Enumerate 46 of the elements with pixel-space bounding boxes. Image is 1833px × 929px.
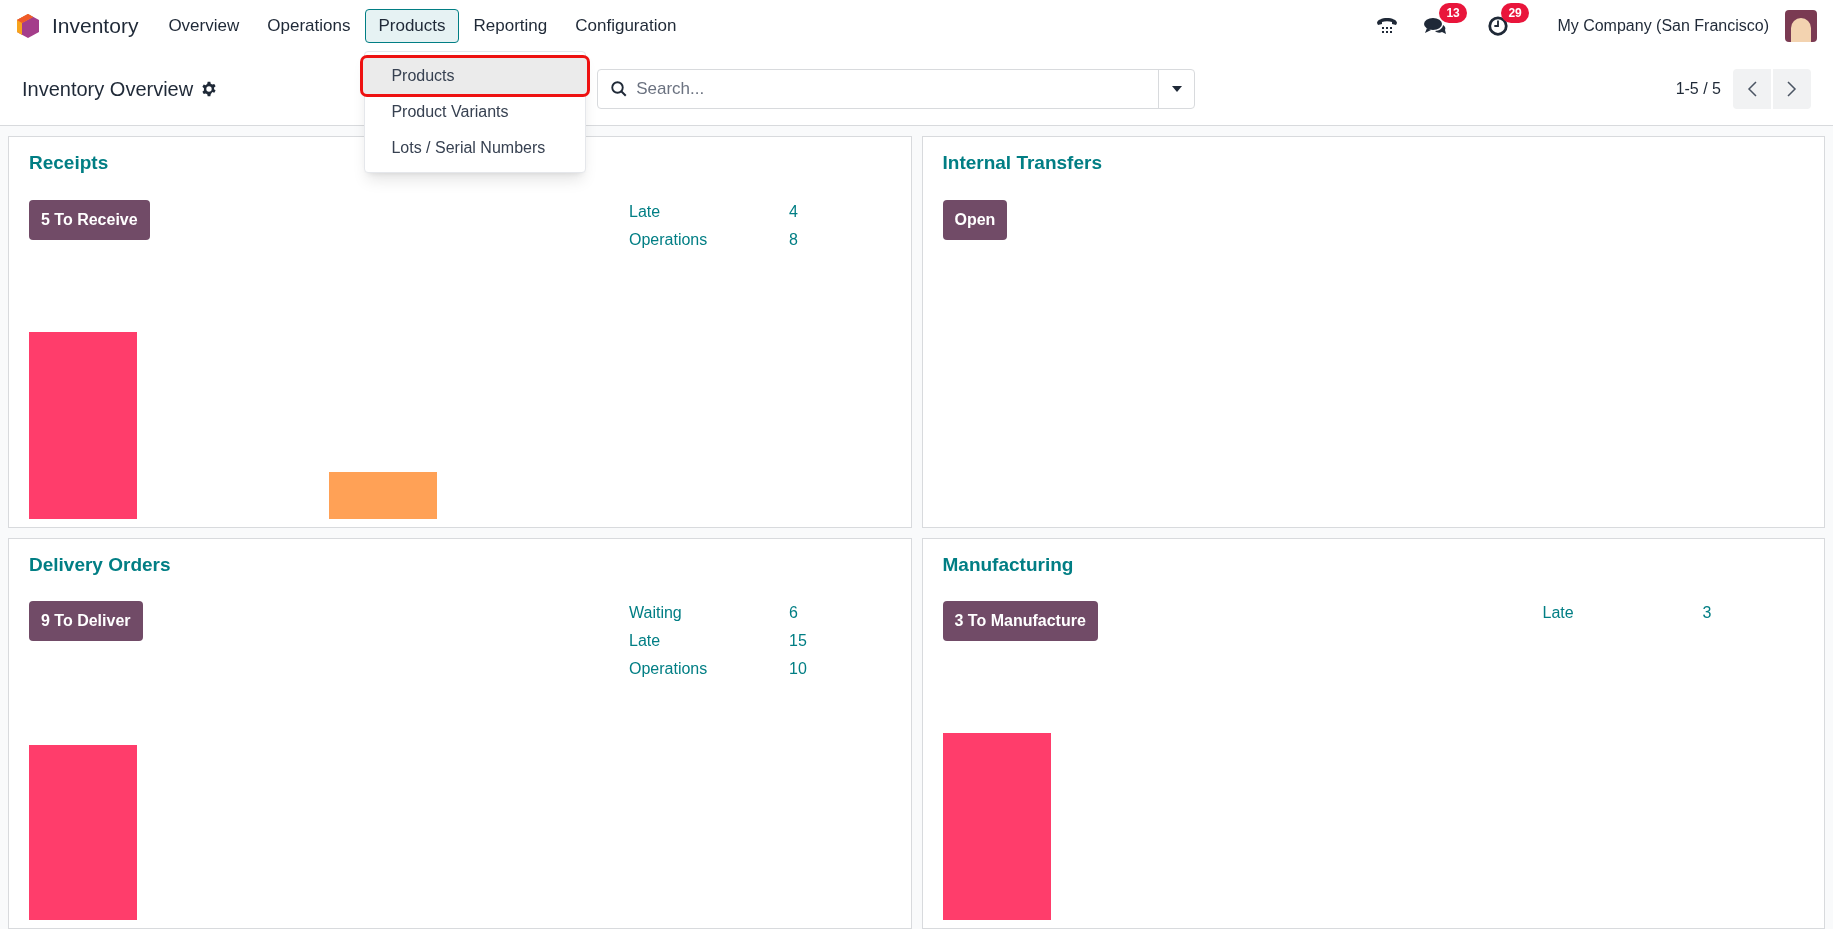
chevron-right-icon (1787, 80, 1797, 97)
menu-item[interactable]: Operations (254, 9, 364, 43)
stat-value[interactable]: 8 (789, 227, 798, 252)
stat-value[interactable]: 10 (789, 657, 807, 681)
dropdown-item[interactable]: Product Variants (365, 94, 586, 131)
stat-label[interactable]: Operations (629, 657, 789, 681)
stat-value[interactable]: 3 (1702, 601, 1712, 625)
stat-label[interactable]: Late (1542, 601, 1703, 625)
card-title[interactable]: Delivery Orders (29, 550, 891, 579)
avatar-icon[interactable] (1785, 10, 1817, 42)
dropdown-item[interactable]: Lots / Serial Numbers (365, 130, 586, 167)
search-input[interactable]: Search... (636, 75, 1159, 102)
card-action-button[interactable]: 5 To Receive (29, 199, 150, 240)
caret-icon (1171, 85, 1182, 92)
stat-value[interactable]: 4 (789, 199, 798, 224)
card-action-button[interactable]: 9 To Deliver (29, 601, 143, 641)
dropdown-item[interactable]: Products (363, 58, 588, 95)
stat-label[interactable]: Waiting (629, 601, 789, 625)
page-title: Inventory Overview (22, 76, 194, 102)
stat-value[interactable]: 15 (789, 629, 807, 653)
previous-button[interactable] (1733, 68, 1771, 109)
settings-icon[interactable] (201, 80, 218, 97)
chevron-left-icon (1747, 80, 1757, 97)
search-field[interactable]: Search... (597, 68, 1196, 109)
notification-badge: 29 (1501, 3, 1529, 23)
card-title[interactable]: Manufacturing (942, 550, 1804, 579)
card-title[interactable]: Internal Transfers (942, 149, 1804, 178)
next-button[interactable] (1773, 68, 1811, 109)
hexagon-logo-icon[interactable] (16, 13, 40, 39)
card-action-button[interactable]: Open (942, 199, 1008, 240)
menu-item[interactable]: Configuration (562, 9, 690, 43)
stat-label[interactable]: Late (629, 199, 789, 224)
company-switcher[interactable]: My Company (San Francisco) (1557, 14, 1769, 38)
card-action-button[interactable]: 3 To Manufacture (942, 601, 1098, 641)
stat-label[interactable]: Late (629, 629, 789, 653)
menu-item[interactable]: Products (365, 9, 459, 43)
chat-bubbles-icon[interactable] (1423, 15, 1448, 37)
app-name[interactable]: Inventory (52, 10, 139, 42)
stat-label[interactable]: Operations (629, 227, 789, 252)
stat-value[interactable]: 6 (789, 601, 798, 625)
pager-value[interactable]: 1-5 / 5 (1675, 76, 1721, 101)
menu-item[interactable]: Overview (155, 9, 253, 43)
search-icon (610, 79, 629, 98)
clock-icon[interactable] (1487, 15, 1510, 37)
notification-badge: 13 (1439, 3, 1467, 23)
menu-item[interactable]: Reporting (460, 9, 561, 43)
